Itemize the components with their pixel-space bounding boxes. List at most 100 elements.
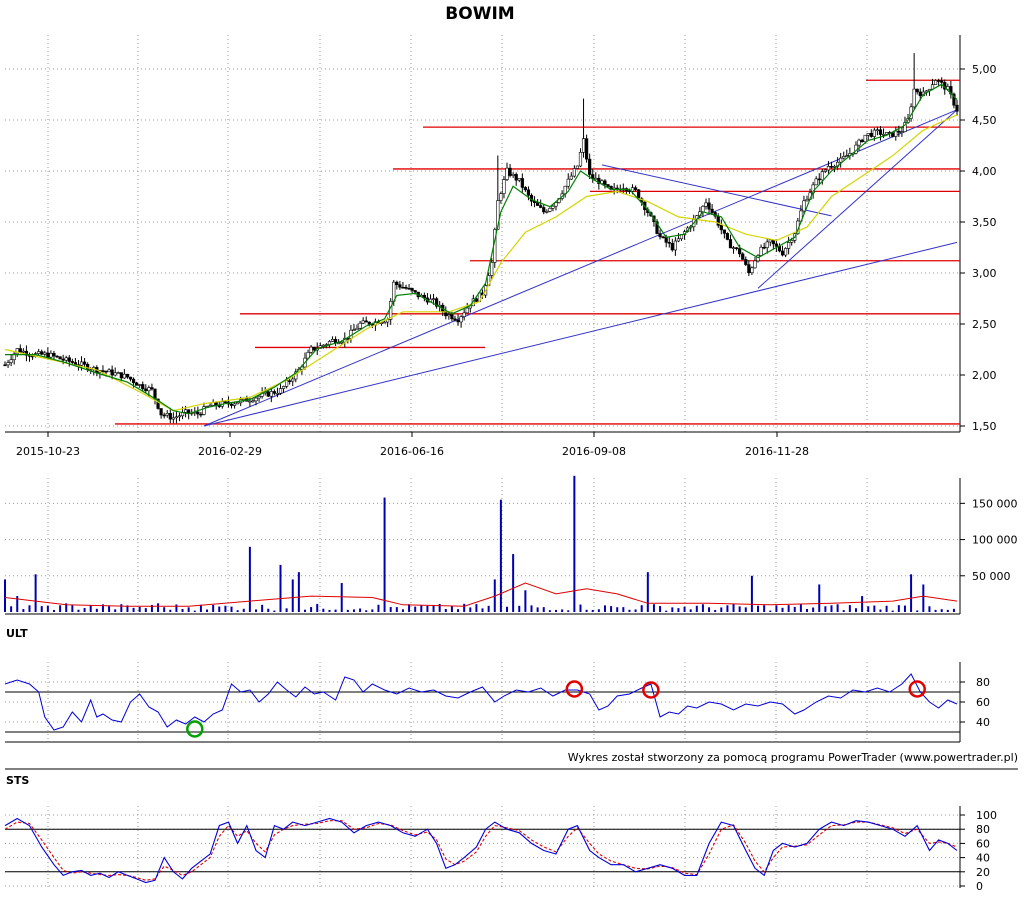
candle-body	[3, 364, 7, 367]
volume-bar	[114, 609, 117, 612]
moving-averages	[4, 83, 958, 415]
candle-body	[122, 373, 126, 379]
volume-bar	[732, 603, 735, 612]
volume-bar	[95, 608, 98, 612]
volume-bar	[77, 609, 80, 612]
candle-body	[358, 322, 362, 329]
trend-line	[601, 164, 832, 217]
volume-bar	[383, 497, 386, 612]
candle-body	[845, 155, 849, 157]
price-x-ticks: 2015-10-23 2016-02-29 2016-06-16 2016-09-08…	[16, 432, 809, 458]
volume-bar	[861, 596, 864, 612]
volume-bar	[812, 607, 815, 612]
volume-bar	[854, 608, 857, 612]
volume-panel: 50 000 100 000 150 000	[4, 475, 1018, 615]
volume-bar	[554, 609, 557, 612]
candle-body	[174, 416, 179, 419]
candle-body	[312, 346, 316, 351]
candle-body	[585, 138, 589, 160]
candle-body	[407, 288, 411, 290]
volume-bar	[316, 603, 319, 612]
volume-bar	[952, 608, 955, 612]
volume-bar	[328, 609, 331, 612]
volume-bar	[763, 605, 766, 612]
candle-body	[594, 177, 598, 180]
candle-body	[502, 179, 506, 194]
candle-body	[18, 348, 22, 353]
volume-bar	[169, 609, 172, 612]
volume-bar	[591, 609, 594, 612]
candle-body	[805, 199, 809, 202]
volume-bar	[334, 609, 337, 612]
sts-y-tick-label: 40	[976, 852, 990, 865]
candle-body	[135, 382, 139, 386]
volume-bar	[487, 605, 490, 612]
candle-body	[131, 378, 136, 384]
candle-body	[707, 202, 711, 210]
volume-bar	[83, 608, 86, 612]
volume-bar	[108, 606, 111, 612]
candle-body	[520, 178, 524, 188]
candle-body	[894, 130, 898, 137]
volume-bar	[46, 605, 49, 612]
volume-bar	[640, 605, 643, 612]
candle-body	[79, 361, 84, 366]
volume-bar	[628, 609, 631, 612]
candle-body	[128, 376, 133, 380]
candle-body	[569, 175, 573, 180]
volume-bar	[714, 609, 717, 612]
ult-y-tick-label: 40	[976, 716, 990, 729]
candle-body	[937, 80, 941, 82]
candle-body	[955, 104, 959, 112]
candle-body	[878, 129, 883, 135]
candle-body	[37, 351, 41, 354]
sell-signal-marker	[565, 680, 584, 698]
candle-body	[138, 384, 142, 386]
candle-body	[780, 250, 785, 256]
candle-body	[747, 264, 751, 274]
candle-body	[884, 132, 889, 135]
volume-bar	[157, 603, 160, 612]
candle-body	[278, 388, 283, 394]
ult-signals	[186, 680, 926, 738]
candle-body	[606, 184, 610, 187]
candle-body	[9, 359, 13, 363]
volume-bar	[597, 609, 600, 612]
candle-body	[940, 80, 944, 83]
volume-bar	[120, 604, 123, 612]
volume-bar	[750, 575, 753, 612]
candle-body	[581, 138, 586, 153]
candle-body	[667, 242, 671, 244]
volume-bar	[4, 579, 6, 612]
candle-body	[551, 205, 555, 209]
candle-body	[450, 314, 454, 320]
candle-body	[572, 168, 576, 177]
volume-bar	[928, 606, 931, 612]
volume-bar	[775, 605, 778, 612]
candle-body	[40, 351, 44, 355]
volume-bar	[499, 499, 502, 612]
candle-body	[842, 156, 846, 159]
volume-bar	[830, 605, 833, 612]
candle-body	[21, 350, 25, 353]
candle-body	[588, 158, 592, 175]
candle-body	[499, 193, 503, 201]
candle-body	[826, 166, 831, 171]
candle-body	[548, 207, 552, 212]
volume-average-line	[4, 582, 958, 607]
volume-bar	[848, 605, 851, 612]
candle-body	[70, 361, 74, 363]
volume-bar	[377, 604, 380, 612]
ult-levels	[5, 691, 960, 733]
ma-slow-line	[4, 114, 958, 412]
candle-body	[768, 239, 772, 243]
candle-body	[658, 233, 662, 238]
candle-body	[526, 189, 531, 196]
candle-body	[61, 358, 65, 361]
price-x-tick-label: 2016-02-29	[198, 445, 262, 458]
volume-bar	[255, 609, 258, 612]
candle-body	[817, 178, 821, 181]
candle-body	[735, 247, 739, 249]
candle-body	[196, 411, 200, 415]
volume-bar	[677, 608, 680, 612]
